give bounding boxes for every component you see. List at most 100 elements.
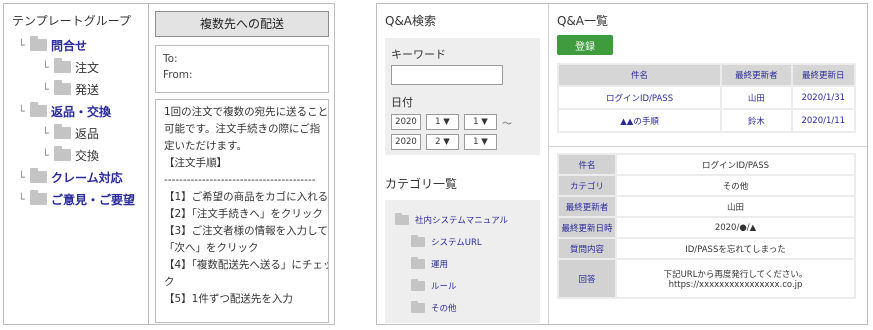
body-line: 「次へ」をクリック [164, 242, 259, 254]
template-preview: 複数先への配送 To: From: 1回の注文で複数の宛先に送ることは 可能です… [149, 4, 335, 324]
category-root[interactable]: 社内システムマニュアル [395, 209, 530, 231]
body-line: 【3】ご注文者様の情報を入力して [164, 225, 328, 237]
date-to-row: 2020 2 ▼ 1 ▼ [391, 134, 534, 150]
category-list-title: カテゴリ一覧 [385, 177, 458, 191]
detail-row: 件名 ログインID/PASS [559, 155, 854, 174]
tree-item-inquiry[interactable]: └ 問合せ [12, 34, 148, 56]
date-from-row: 2020 1 ▼ 1 ▼ ～ [391, 114, 534, 130]
tree-item-complaint[interactable]: └ クレーム対応 [12, 166, 148, 188]
detail-row: カテゴリ その他 [559, 176, 854, 195]
message-body[interactable]: 1回の注文で複数の宛先に送ることは 可能です。注文手続きの際にご指 定いただけま… [155, 99, 329, 323]
folder-icon [30, 102, 47, 117]
tree-branch: └ [42, 60, 49, 74]
folder-icon [411, 257, 425, 269]
tree-item-exchange[interactable]: └ 交換 [12, 144, 148, 166]
folder-icon [411, 235, 425, 247]
answer-url[interactable]: https://xxxxxxxxxxxxxxxx.co.jp [617, 280, 854, 290]
detail-row: 質問内容 ID/PASSを忘れてしまった [559, 239, 854, 258]
keyword-label: キーワード [391, 48, 446, 61]
category-item[interactable]: その他 [395, 297, 530, 319]
body-line: 【5】1件ずつ配送先を入力 [164, 293, 293, 305]
table-header-row: 件名 最終更新者 最終更新日 [559, 65, 854, 85]
from-label: From: [163, 69, 193, 81]
tree-branch: └ [42, 148, 49, 162]
tree-branch: └ [18, 170, 25, 184]
detail-label: 質問内容 [559, 239, 615, 258]
tree-item-feedback[interactable]: └ ご意見・ご要望 [12, 188, 148, 210]
tree-item-return-exchange[interactable]: └ 返品・交換 [12, 100, 148, 122]
body-line: ク [164, 276, 175, 288]
register-button[interactable]: 登録 [557, 35, 613, 55]
column-header-updated[interactable]: 最終更新日 [792, 65, 854, 85]
folder-icon [54, 124, 71, 139]
table-row[interactable]: ログインID/PASS 山田 2020/1/31 [559, 87, 854, 108]
tree-item-label: 問合せ [51, 38, 88, 53]
template-group-tree: テンプレートグループ └ 問合せ └ 注文 └ 発送 └ 返品・交換 └ 返品 … [4, 4, 148, 324]
to-label: To: [163, 53, 178, 65]
address-box: To: From: [155, 45, 329, 93]
tree-branch: └ [42, 82, 49, 96]
detail-row: 最終更新日時 2020/●/▲ [559, 218, 854, 237]
body-line: 【4】「複数配送先へ送る」にチェッ [164, 259, 329, 271]
date-to-day-select[interactable]: 1 ▼ [464, 134, 497, 150]
folder-icon [54, 80, 71, 95]
detail-updater: 山田 [617, 197, 854, 216]
date-range-separator: ～ [502, 118, 512, 130]
search-form: キーワード 日付 2020 1 ▼ 1 ▼ ～ 2020 2 ▼ 1 ▼ [385, 38, 540, 155]
detail-label: 件名 [559, 155, 615, 174]
date-from-month-select[interactable]: 1 ▼ [426, 114, 459, 130]
detail-subject: ログインID/PASS [617, 155, 854, 174]
table-row[interactable]: ▲▲の手順 鈴木 2020/1/11 [559, 110, 854, 131]
detail-label: 最終更新者 [559, 197, 615, 216]
date-to-year-select[interactable]: 2020 [391, 134, 421, 150]
folder-icon [411, 279, 425, 291]
cell-subject[interactable]: ログインID/PASS [559, 87, 721, 108]
detail-label: カテゴリ [559, 176, 615, 195]
qa-list-title: Q&A一覧 [557, 14, 609, 28]
detail-updated: 2020/●/▲ [617, 218, 854, 237]
cell-updater: 山田 [722, 87, 791, 108]
category-item[interactable]: システムURL [395, 231, 530, 253]
cell-updated: 2020/1/11 [792, 110, 854, 131]
body-line: 可能です。注文手続きの際にご指 [164, 123, 321, 135]
date-from-year-select[interactable]: 2020 [391, 114, 421, 130]
qa-search-title: Q&A検索 [385, 14, 437, 28]
category-label: ルール [431, 282, 457, 292]
category-item[interactable]: ルール [395, 275, 530, 297]
date-to-month-select[interactable]: 2 ▼ [426, 134, 459, 150]
qa-detail-table: 件名 ログインID/PASS カテゴリ その他 最終更新者 山田 最終更新日時 … [557, 153, 856, 299]
column-header-updater[interactable]: 最終更新者 [722, 65, 791, 85]
template-group-title: テンプレートグループ [12, 14, 131, 28]
tree-item-return[interactable]: └ 返品 [12, 122, 148, 144]
tree-item-order[interactable]: └ 注文 [12, 56, 148, 78]
cell-subject[interactable]: ▲▲の手順 [559, 110, 721, 131]
folder-icon [395, 213, 409, 225]
qa-search-pane: Q&A検索 キーワード 日付 2020 1 ▼ 1 ▼ ～ 2020 2 ▼ 1… [377, 4, 548, 324]
answer-line: 下記URLから再度発行してください。 [663, 269, 808, 280]
multi-destination-button[interactable]: 複数先への配送 [155, 11, 329, 37]
folder-icon [30, 36, 47, 51]
body-line: 【1】ご希望の商品をカゴに入れる [164, 191, 329, 203]
tree-item-label: 交換 [75, 148, 100, 163]
tree-item-shipping[interactable]: └ 発送 [12, 78, 148, 100]
body-line: 【2】「注文手続きへ」をクリック [164, 208, 323, 220]
body-line: 【注文手順】 [164, 157, 227, 169]
tree-branch: └ [18, 192, 25, 206]
folder-icon [54, 58, 71, 73]
date-from-day-select[interactable]: 1 ▼ [464, 114, 497, 130]
detail-row: 最終更新者 山田 [559, 197, 854, 216]
category-item[interactable]: 運用 [395, 253, 530, 275]
column-header-subject[interactable]: 件名 [559, 65, 721, 85]
category-label: システムURL [431, 238, 482, 248]
detail-question: ID/PASSを忘れてしまった [617, 239, 854, 258]
tree-item-label: 返品・交換 [51, 104, 112, 119]
folder-icon [54, 146, 71, 161]
detail-label: 最終更新日時 [559, 218, 615, 237]
category-label: 社内システムマニュアル [415, 216, 508, 226]
tree-item-label: ご意見・ご要望 [51, 192, 136, 207]
cell-updater: 鈴木 [722, 110, 791, 131]
tree-item-label: 発送 [75, 82, 100, 97]
detail-label: 回答 [559, 260, 615, 297]
keyword-input[interactable] [391, 65, 503, 85]
category-label: その他 [431, 304, 457, 314]
